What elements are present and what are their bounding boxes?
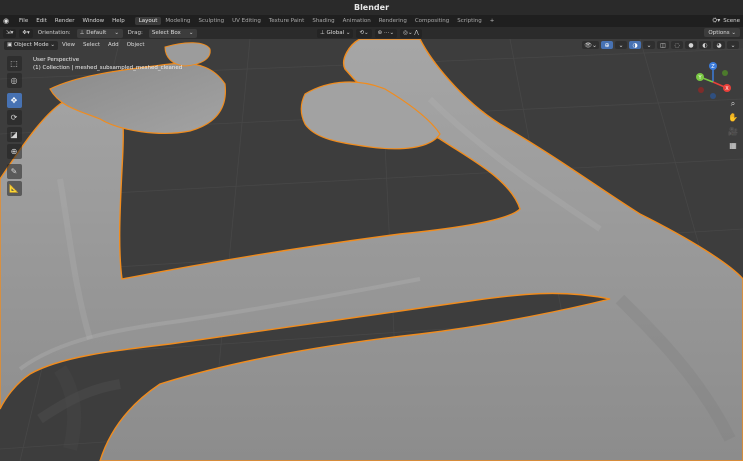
tab-rendering[interactable]: Rendering <box>375 17 411 25</box>
chevron-down-icon: ⌄ <box>48 42 55 48</box>
zoom-icon[interactable]: ⌕ <box>728 98 739 109</box>
tab-compositing[interactable]: Compositing <box>411 17 453 25</box>
chevron-down-icon: ⌄ <box>344 30 351 36</box>
overlay-dropdown-icon[interactable]: ⌄ <box>643 41 655 49</box>
drag-dropdown[interactable]: Select Box ⌄ <box>148 28 197 38</box>
measure-tool-icon[interactable]: 📐 <box>6 181 22 196</box>
shading-solid-icon[interactable]: ● <box>685 41 697 49</box>
chevron-down-icon: ⌄ <box>114 30 119 36</box>
shading-dropdown-icon[interactable]: ⌄ <box>727 41 739 49</box>
visibility-icon[interactable]: 👁⌄ <box>582 41 599 49</box>
shading-material-icon[interactable]: ◐ <box>699 41 711 49</box>
scale-tool-icon[interactable]: ◪ <box>6 127 22 142</box>
tab-animation[interactable]: Animation <box>339 17 375 25</box>
pivot-point-icon[interactable]: ⟲⌄ <box>356 28 372 38</box>
object-mode-dropdown[interactable]: ▣ Object Mode ⌄ <box>4 40 58 50</box>
3d-viewport[interactable] <box>0 39 743 461</box>
tab-layout[interactable]: Layout <box>134 17 162 25</box>
viewport-scene <box>0 39 743 461</box>
shading-rendered-icon[interactable]: ◕ <box>713 41 725 49</box>
snap-icon[interactable]: ⊛ ⋯⌄ <box>374 28 398 38</box>
drag-value: Select Box <box>151 30 181 36</box>
viewport-info-overlay: User Perspective (1) Collection | meshed… <box>33 56 182 72</box>
menu-file[interactable]: File <box>15 18 32 24</box>
tool-shelf: ⬚ ◎ ✥ ⟳ ◪ ⊕ ✎ 📐 <box>5 56 23 198</box>
select-box-tool-icon[interactable]: ⬚ <box>6 56 22 71</box>
x-axis-label: X <box>725 86 729 92</box>
options-label: Options <box>708 29 730 36</box>
shading-wireframe-icon[interactable]: ◌ <box>671 41 683 49</box>
top-menubar: ◉ File Edit Render Window Help Layout Mo… <box>0 15 743 27</box>
view-perspective-label: User Perspective <box>33 57 80 63</box>
transform-orientation-dropdown[interactable]: ⊥ Global ⌄ <box>317 28 354 38</box>
viewport-menu-select[interactable]: Select <box>79 42 104 48</box>
viewport-menu-object[interactable]: Object <box>123 42 149 48</box>
viewport-menu-add[interactable]: Add <box>104 42 123 48</box>
menu-window[interactable]: Window <box>78 18 108 24</box>
workspace-tabs: Layout Modeling Sculpting UV Editing Tex… <box>134 16 499 26</box>
tab-sculpting[interactable]: Sculpting <box>194 17 228 25</box>
active-collection-label: (1) Collection | meshed_subsampled_meshe… <box>33 65 183 71</box>
menu-edit[interactable]: Edit <box>32 18 51 24</box>
perspective-toggle-icon[interactable]: ▦ <box>728 140 739 151</box>
tab-shading[interactable]: Shading <box>308 17 338 25</box>
transform-orientation-value: Global <box>326 30 345 36</box>
scene-icon: ⛭▾ <box>712 17 721 24</box>
orientation-value: Default <box>86 30 107 36</box>
viewport-navigation-tools: ⌕ ✋ 🎥 ▦ <box>727 98 739 154</box>
chevron-down-icon: ⌄ <box>188 30 194 36</box>
menu-help[interactable]: Help <box>108 18 129 24</box>
chevron-down-icon: ⌄ <box>729 29 736 36</box>
add-workspace-button[interactable]: + <box>486 18 499 24</box>
gizmo-dropdown-icon[interactable]: ⌄ <box>615 41 627 49</box>
overlay-toggle-icon[interactable]: ◑ <box>629 41 641 49</box>
proportional-edit-icon[interactable]: ◎⌄ ⋀ <box>400 28 422 38</box>
neg-z-axis-handle[interactable] <box>710 93 716 99</box>
drag-label: Drag: <box>127 30 143 36</box>
menu-render[interactable]: Render <box>51 18 79 24</box>
options-button[interactable]: Options ⌄ <box>704 28 740 37</box>
transform-pivot-icon[interactable]: ✥▾ <box>19 28 33 38</box>
cursor-tool-icon[interactable]: ◎ <box>6 73 22 88</box>
transform-orientation-controls: ⊥ Global ⌄ ⟲⌄ ⊛ ⋯⌄ ◎⌄ ⋀ <box>314 27 422 39</box>
viewport-menu-view[interactable]: View <box>58 42 79 48</box>
scene-selector[interactable]: ⛭▾ Scene <box>712 15 743 27</box>
rotate-tool-icon[interactable]: ⟳ <box>6 110 22 125</box>
tab-modeling[interactable]: Modeling <box>161 17 194 25</box>
active-tool-icon[interactable]: ⇲▾ <box>3 28 17 38</box>
annotate-tool-icon[interactable]: ✎ <box>6 164 22 179</box>
transform-tool-icon[interactable]: ⊕ <box>6 144 22 159</box>
scene-name: Scene <box>723 18 740 24</box>
gizmo-toggle-icon[interactable]: ⊕ <box>601 41 613 49</box>
tab-uv-editing[interactable]: UV Editing <box>228 17 265 25</box>
neg-x-axis-handle[interactable] <box>698 87 704 93</box>
window-title: Blender <box>0 0 743 16</box>
object-mode-icon: ▣ <box>7 42 14 48</box>
neg-y-axis-handle[interactable] <box>722 70 728 76</box>
object-mode-label: Object Mode <box>13 42 49 48</box>
orientation-dropdown[interactable]: ⊥ Default ⌄ <box>76 28 123 38</box>
tab-scripting[interactable]: Scripting <box>453 17 485 25</box>
tab-texture-paint[interactable]: Texture Paint <box>265 17 309 25</box>
blender-logo-icon[interactable]: ◉ <box>3 17 15 25</box>
pan-hand-icon[interactable]: ✋ <box>728 112 739 123</box>
viewport-shading-controls: 👁⌄ ⊕ ⌄ ◑ ⌄ ◫ ◌ ● ◐ ◕ ⌄ <box>580 40 739 50</box>
z-axis-label: Z <box>711 64 715 70</box>
camera-view-icon[interactable]: 🎥 <box>728 126 739 137</box>
orientation-label: Orientation: <box>37 30 71 36</box>
move-tool-icon[interactable]: ✥ <box>6 93 22 108</box>
xray-toggle-icon[interactable]: ◫ <box>657 41 669 49</box>
